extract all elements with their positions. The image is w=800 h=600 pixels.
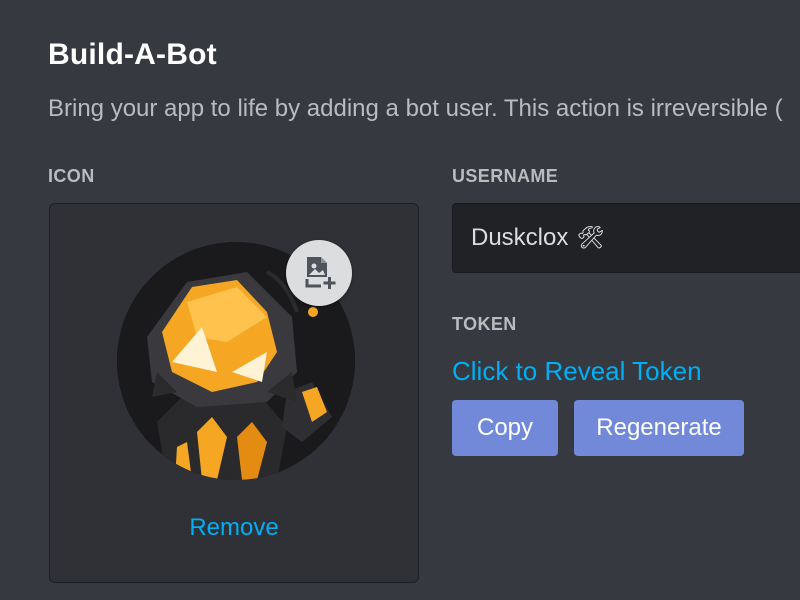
remove-avatar-link[interactable]: Remove [50, 514, 418, 542]
username-section-label: USERNAME [452, 166, 559, 186]
page-description: Bring your app to life by adding a bot u… [48, 95, 783, 122]
image-plus-icon [305, 257, 336, 289]
regenerate-token-button[interactable]: Regenerate [574, 400, 744, 456]
build-a-bot-page: Build-A-Bot Bring your app to life by ad… [0, 0, 800, 600]
username-input[interactable]: Duskclox 🛠 [452, 203, 800, 273]
token-section-label: TOKEN [452, 314, 517, 334]
icon-upload-card[interactable]: Remove [49, 203, 419, 583]
hammer-and-wrench-icon: 🛠 [576, 225, 605, 250]
username-value: Duskclox [471, 224, 569, 251]
upload-image-button[interactable] [286, 240, 352, 306]
icon-section-label: ICON [48, 166, 95, 186]
page-title: Build-A-Bot [48, 38, 217, 71]
copy-token-button[interactable]: Copy [452, 400, 558, 456]
reveal-token-link[interactable]: Click to Reveal Token [452, 356, 702, 387]
